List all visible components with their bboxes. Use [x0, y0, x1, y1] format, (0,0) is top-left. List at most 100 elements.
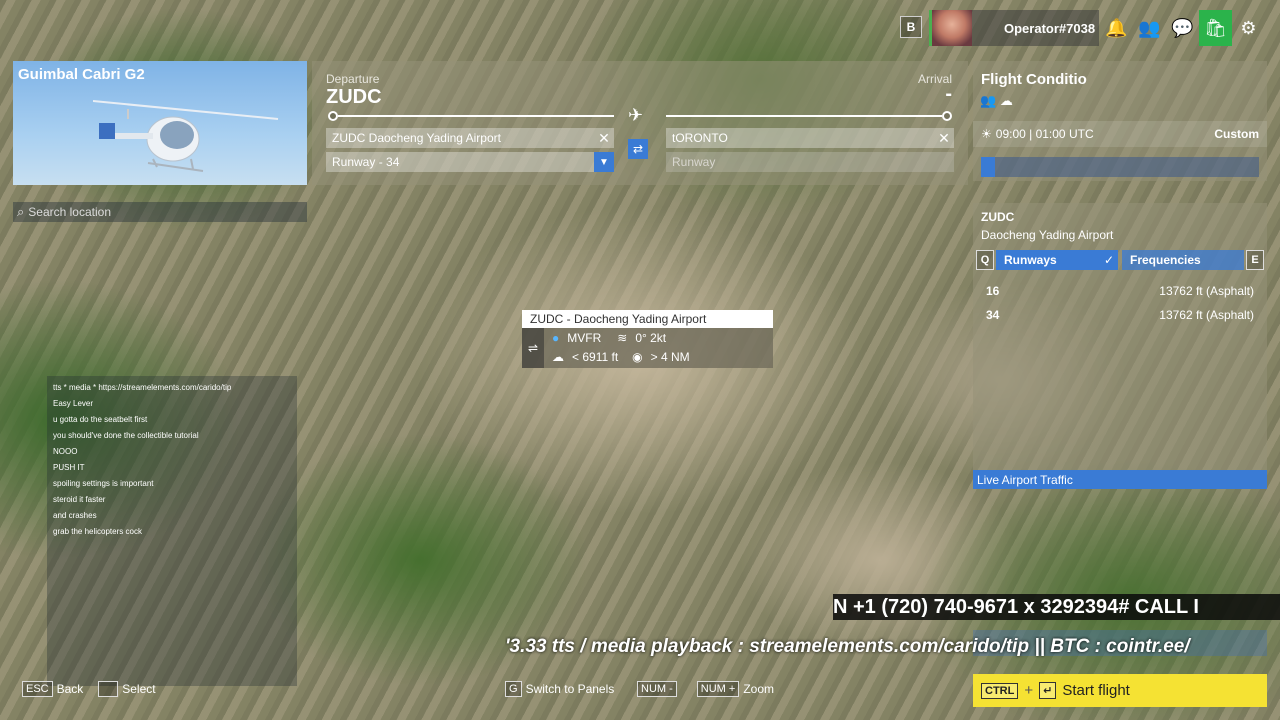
chat-text: and crashes — [53, 511, 97, 520]
num-minus-key: NUM - — [637, 681, 677, 697]
topbar-icons: 🔔 👥 💬 🛍 ⚙ — [1100, 10, 1265, 46]
chevron-down-icon[interactable]: ▼ — [594, 152, 614, 172]
start-flight-label: Start flight — [1062, 682, 1130, 699]
user-profile[interactable]: Operator#7038 — [929, 10, 1099, 46]
chat-message: NOOO — [53, 444, 291, 460]
multiplayer-icon: 👥 — [980, 93, 997, 108]
chat-text: NOOO — [53, 447, 78, 456]
enter-key-icon: ↵ — [1039, 682, 1057, 699]
time-slider[interactable] — [981, 157, 1259, 177]
tab-runways[interactable]: Runways ✓ — [996, 250, 1118, 270]
wind-value: 0° 2kt — [635, 331, 667, 345]
ceiling-value: < 6911 ft — [572, 350, 619, 364]
plus-sign: + — [1024, 682, 1034, 699]
chat-message: tts * media * https://streamelements.com… — [53, 380, 291, 396]
zoom-hint[interactable]: NUM - NUM + Zoom — [637, 681, 774, 697]
departure-label: Departure — [326, 72, 380, 86]
aircraft-panel[interactable]: Guimbal Cabri G2 — [13, 61, 307, 185]
switch-panels-hint[interactable]: G Switch to Panels — [505, 681, 614, 697]
runway-number: 16 — [986, 284, 1000, 298]
mvfr-dot-icon: ● — [552, 331, 560, 345]
chat-message: spoiling settings is important — [53, 476, 291, 492]
b-key-button[interactable]: B — [900, 16, 922, 38]
time-slider-fill — [981, 157, 995, 177]
chat-message: steroid it faster — [53, 492, 291, 508]
zoom-label: Zoom — [743, 682, 774, 696]
search-placeholder: Search location — [28, 205, 111, 219]
runway-row[interactable]: 34 13762 ft (Asphalt) — [973, 304, 1267, 326]
chat-message: you should've done the collectible tutor… — [53, 428, 291, 444]
airport-code: ZUDC — [981, 210, 1015, 224]
start-flight-button[interactable]: CTRL + ↵ Start flight — [973, 674, 1267, 707]
tab-frequencies[interactable]: Frequencies — [1122, 250, 1244, 270]
departure-runway-select[interactable]: Runway - 34 ▼ — [326, 152, 614, 172]
cloud-icon: ☁ — [552, 350, 564, 364]
departure-runway-value: Runway - 34 — [332, 155, 400, 169]
stream-chat-overlay: tts * media * https://streamelements.com… — [47, 376, 297, 686]
chat-text: you should've done the collectible tutor… — [53, 431, 199, 440]
visibility-icon: ◉ — [632, 350, 643, 364]
tip-ticker: '3.33 tts / media playback : streameleme… — [505, 636, 1190, 657]
live-airport-traffic-button[interactable]: Live Airport Traffic — [973, 470, 1267, 489]
airport-info-panel: ZUDC Daocheng Yading Airport Q Runways ✓… — [973, 203, 1267, 489]
back-hint[interactable]: ESC Back — [22, 681, 83, 697]
airport-tabs: Q Runways ✓ Frequencies E — [976, 250, 1264, 272]
arrival-runway-select[interactable]: Runway — [666, 152, 954, 172]
departure-dot — [328, 111, 338, 121]
departure-code: ZUDC — [326, 86, 382, 108]
select-label: Select — [122, 682, 156, 696]
search-icon: ⌕ — [17, 204, 25, 219]
flight-category: MVFR — [567, 331, 602, 345]
cloud-icon: ☁ — [999, 93, 1013, 108]
arrival-airport-value: tORONTO — [672, 131, 728, 145]
chat-message: grab the helicopters cock — [53, 524, 291, 540]
marketplace-icon[interactable]: 🛍 — [1199, 10, 1232, 46]
time-value: 09:00 | 01:00 UTC — [995, 127, 1094, 141]
wind-icon: ≋ — [617, 331, 628, 345]
num-plus-key: NUM + — [696, 681, 740, 697]
swap-route-button[interactable]: ⇄ — [628, 139, 648, 159]
arrival-line — [666, 115, 942, 117]
select-hint[interactable]: Select — [98, 681, 156, 697]
esc-key: ESC — [22, 681, 53, 697]
search-location[interactable]: ⌕ Search location — [13, 202, 307, 222]
next-tab-key[interactable]: E — [1246, 250, 1264, 270]
bell-icon[interactable]: 🔔 — [1100, 10, 1133, 46]
clear-arrival-icon[interactable]: ✕ — [934, 130, 954, 147]
flight-conditions-panel[interactable]: Flight Conditio 👥 ☁ ☀ 09:00 | 01:00 UTC … — [973, 61, 1267, 181]
arrival-runway-placeholder: Runway — [672, 155, 716, 169]
flight-conditions-title: Flight Conditio — [981, 71, 1087, 88]
chat-icon[interactable]: 💬 — [1166, 10, 1199, 46]
chat-text: tts * media * https://streamelements.com… — [53, 383, 232, 392]
tooltip-body: ⇌ ● MVFR ≋ 0° 2kt ☁ < 6911 ft ◉ > 4 NM — [522, 328, 773, 368]
flight-route-panel: Departure ZUDC Arrival - ✈ ZUDC Daocheng… — [312, 61, 968, 185]
tooltip-title: ZUDC - Daocheng Yading Airport — [522, 310, 773, 328]
airport-name: Daocheng Yading Airport — [981, 228, 1114, 242]
runway-icon: ⇌ — [522, 328, 544, 368]
departure-airport-value: ZUDC Daocheng Yading Airport — [332, 131, 501, 145]
chat-message: Easy Lever — [53, 396, 291, 412]
departure-line — [338, 115, 614, 117]
clear-departure-icon[interactable]: ✕ — [594, 130, 614, 147]
ctrl-key: CTRL — [981, 682, 1019, 699]
chat-text: steroid it faster — [53, 495, 106, 504]
avatar — [932, 10, 972, 46]
settings-icon[interactable]: ⚙ — [1232, 10, 1265, 46]
back-label: Back — [56, 682, 84, 696]
arrival-airport-field[interactable]: tORONTO ✕ — [666, 128, 954, 148]
weather-preset: Custom — [1214, 127, 1259, 141]
prev-tab-key[interactable]: Q — [976, 250, 994, 270]
time-row[interactable]: ☀ 09:00 | 01:00 UTC Custom — [973, 121, 1267, 147]
runway-row[interactable]: 16 13762 ft (Asphalt) — [973, 280, 1267, 302]
chat-text: spoiling settings is important — [53, 479, 154, 488]
sun-icon: ☀ — [981, 127, 992, 141]
chat-message: u gotta do the seatbelt first — [53, 412, 291, 428]
friends-icon[interactable]: 👥 — [1133, 10, 1166, 46]
chat-message: and crashes — [53, 508, 291, 524]
departure-airport-field[interactable]: ZUDC Daocheng Yading Airport ✕ — [326, 128, 614, 148]
arrival-code: - — [945, 83, 952, 105]
runway-length: 13762 ft (Asphalt) — [1159, 308, 1254, 322]
check-icon: ✓ — [1103, 253, 1114, 267]
visibility-value: > 4 NM — [650, 350, 690, 364]
map-airport-tooltip[interactable]: ZUDC - Daocheng Yading Airport ⇌ ● MVFR … — [522, 310, 773, 368]
